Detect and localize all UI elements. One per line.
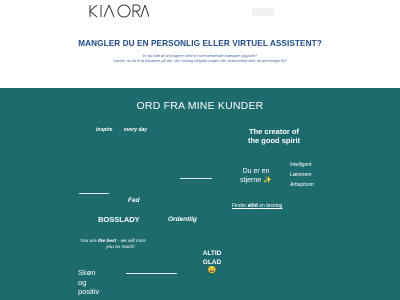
glad-line: GLAD bbox=[202, 258, 222, 266]
divider bbox=[79, 193, 109, 194]
skon-line: og bbox=[78, 277, 87, 287]
creator-line: The creator of bbox=[248, 127, 299, 136]
skon-line: positiv bbox=[78, 287, 100, 296]
altid-line: ALTID bbox=[202, 250, 222, 257]
stjerne-line: Du er en bbox=[242, 168, 270, 175]
divider bbox=[126, 273, 177, 274]
word-skon: Skøn og positiv bbox=[78, 268, 99, 297]
link-suffix: en løsning bbox=[259, 203, 283, 209]
logo-mark bbox=[89, 4, 150, 18]
word-altid-glad: ALTID GLAD 😀 bbox=[196, 250, 228, 276]
word-bosslady: BOSSLADY bbox=[98, 215, 140, 224]
hero-title: MANGLER DU EN PERSONLIG ELLER VIRTUEL AS… bbox=[78, 39, 322, 48]
word-the-best: You are the best - we will miss you so m… bbox=[80, 239, 146, 251]
best-post: - we will miss bbox=[117, 239, 146, 244]
word-fed: Fed bbox=[128, 197, 140, 204]
testimonials-title: ORD FRA MINE KUNDER bbox=[136, 100, 264, 112]
best-pre: You are bbox=[80, 239, 97, 244]
nav-button[interactable] bbox=[252, 8, 274, 16]
creator-line: the good spirit bbox=[247, 136, 301, 145]
word-every-day: every day bbox=[124, 127, 148, 133]
link-prefix: Finder bbox=[232, 203, 247, 209]
word-inspire: inspire bbox=[96, 127, 113, 133]
word-stjerne: Du er en stjerne ✨ bbox=[236, 167, 276, 185]
word-laerenem: Lærenem bbox=[290, 172, 312, 178]
hero-subtitle: Er du træt af at jonglere med en overvæl… bbox=[0, 53, 400, 63]
stjerne-line: stjerne ✨ bbox=[240, 177, 272, 184]
word-creator: The creator of the good spirit bbox=[232, 127, 316, 145]
best-line: you so much! bbox=[106, 245, 135, 250]
hero-subtitle-line: Savner du tid til at fokusere på det, de… bbox=[113, 58, 287, 64]
kia-ora-logo[interactable] bbox=[89, 4, 150, 23]
word-ordentlig: Ordentlig bbox=[168, 216, 197, 223]
best-bold: the best bbox=[97, 239, 117, 244]
word-arbejdsom: Arbejdsom bbox=[290, 182, 314, 188]
word-list: Intelligent Lærenem Arbejdsom bbox=[290, 160, 314, 190]
smile-icon: 😀 bbox=[207, 267, 217, 274]
finder-link[interactable]: Finder altid en løsning bbox=[232, 203, 282, 209]
word-intelligent: Intelligent bbox=[290, 162, 312, 168]
skon-line: Skøn bbox=[78, 268, 96, 277]
divider bbox=[180, 178, 212, 179]
link-bold: altid bbox=[247, 203, 258, 209]
